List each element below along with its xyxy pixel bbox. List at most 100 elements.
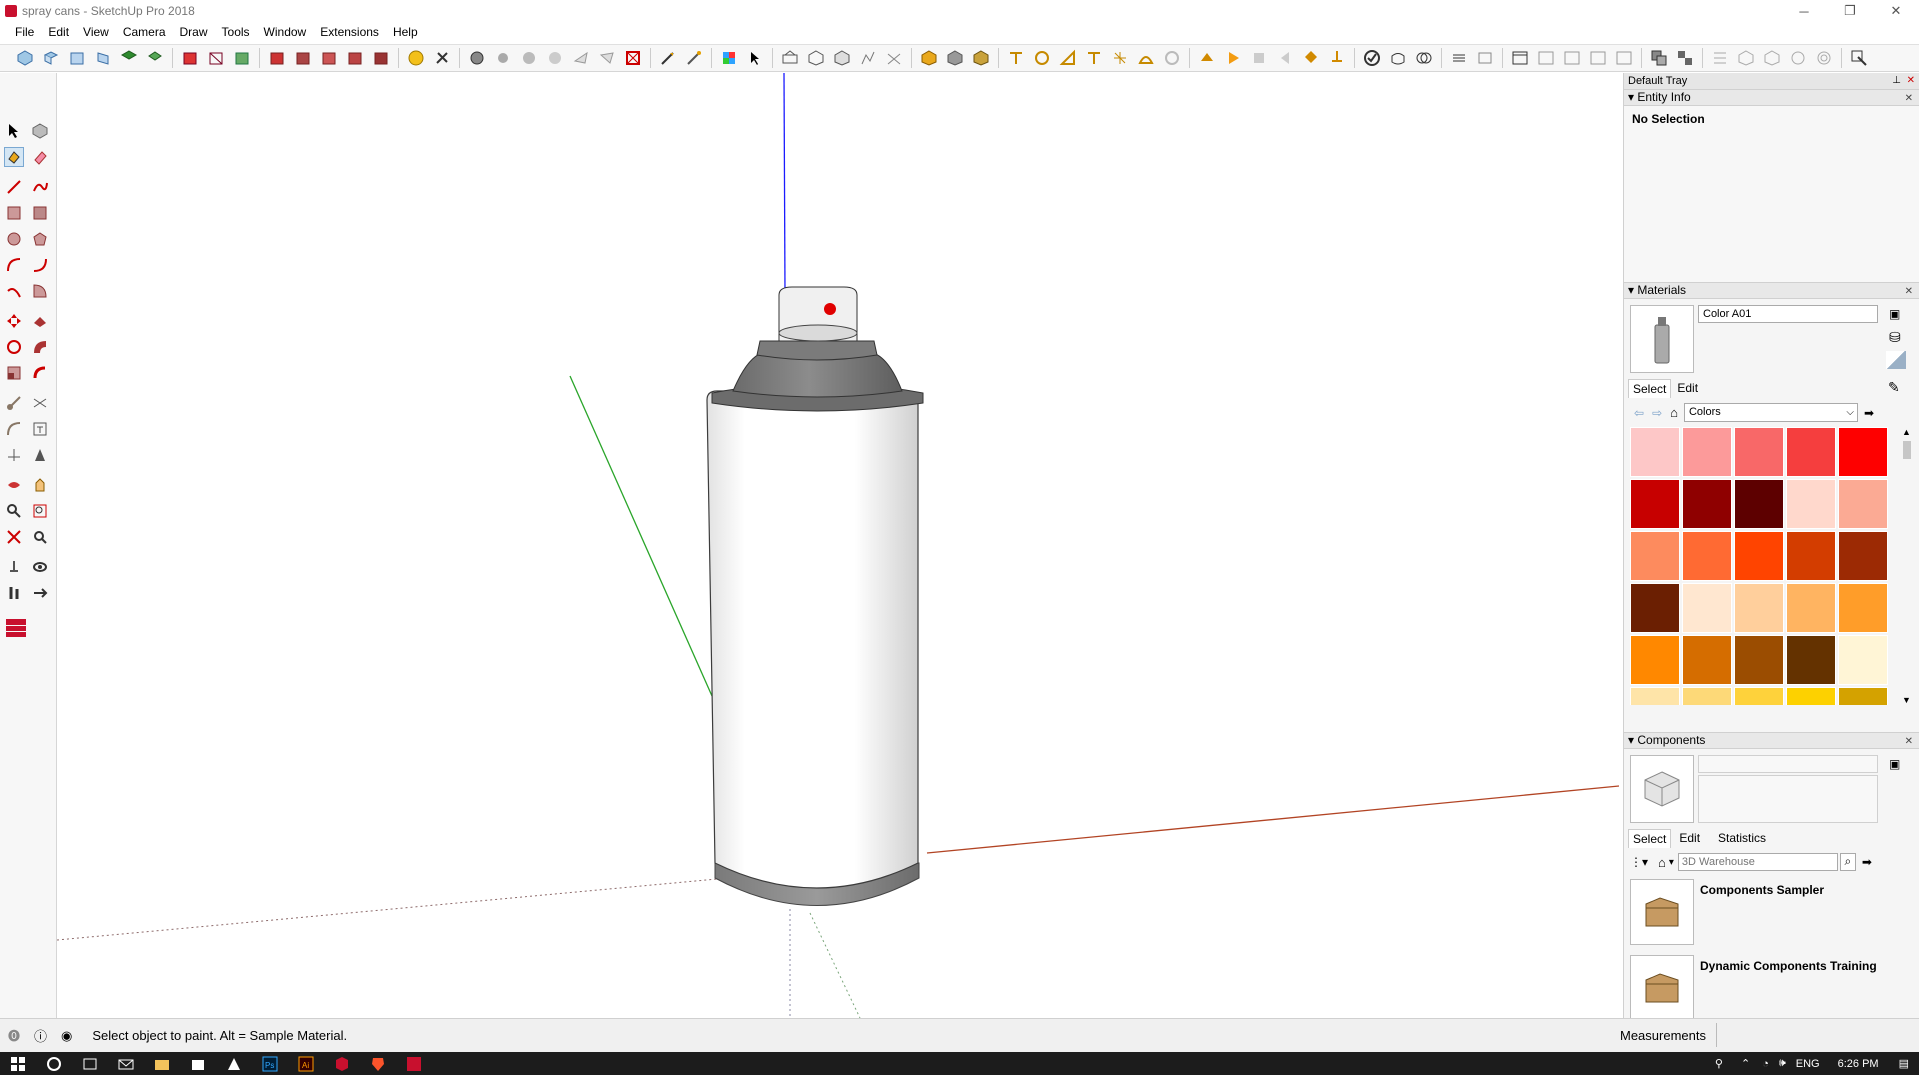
shaded-icon[interactable]	[267, 48, 287, 68]
select-arrow-icon[interactable]	[745, 48, 765, 68]
task-view-icon[interactable]	[81, 1055, 99, 1073]
drape-icon[interactable]	[884, 48, 904, 68]
look-around-icon[interactable]	[1327, 48, 1347, 68]
color-swatch[interactable]	[1734, 635, 1784, 685]
paint-bucket-tool-icon[interactable]	[4, 147, 24, 167]
tape-measure-tool-icon[interactable]	[4, 393, 24, 413]
sandbox-icon[interactable]	[858, 48, 878, 68]
ungroup-icon[interactable]	[1675, 48, 1695, 68]
chevron-up-icon[interactable]: ⌃	[1741, 1057, 1750, 1070]
color-swatch[interactable]	[1630, 635, 1680, 685]
color-swatch[interactable]	[1786, 531, 1836, 581]
component-name-field[interactable]	[1698, 755, 1878, 773]
tray-close-icon[interactable]: ✕	[1907, 73, 1915, 89]
color-swatch[interactable]	[1838, 687, 1888, 705]
move-tool-icon[interactable]	[4, 311, 24, 331]
back-arrow-icon[interactable]: ⇦	[1634, 406, 1644, 420]
protractor-tool-icon[interactable]	[4, 419, 24, 439]
rotated-rectangle-tool-icon[interactable]	[30, 203, 50, 223]
layout-icon[interactable]	[1475, 48, 1495, 68]
pan-tool-icon[interactable]	[30, 475, 50, 495]
zoom-extents-icon[interactable]	[623, 48, 643, 68]
soften-icon[interactable]	[1736, 48, 1756, 68]
clock[interactable]: 6:26 PM	[1838, 1058, 1879, 1070]
walkthrough-icon[interactable]	[1197, 48, 1217, 68]
color-swatch[interactable]	[1682, 479, 1732, 529]
section-fill-icon[interactable]	[1136, 48, 1156, 68]
text-icon[interactable]	[1084, 48, 1104, 68]
look-around-tool-icon[interactable]	[30, 557, 50, 577]
color-swatch[interactable]	[1786, 635, 1836, 685]
color-swatch[interactable]	[1734, 583, 1784, 633]
minimize-button[interactable]: ─	[1781, 0, 1827, 22]
color-swatch[interactable]	[1682, 427, 1732, 477]
measurements-input[interactable]	[1716, 1023, 1916, 1047]
scroll-thumb[interactable]	[1903, 441, 1911, 459]
rectangle-tool-icon[interactable]	[4, 203, 24, 223]
layers-icon[interactable]	[1449, 48, 1469, 68]
cortana-icon[interactable]	[45, 1055, 63, 1073]
home-icon[interactable]: ⌂	[1658, 855, 1666, 870]
eraser-tool-icon[interactable]	[30, 147, 50, 167]
menu-edit[interactable]: Edit	[41, 22, 76, 42]
window-frame4-icon[interactable]	[1588, 48, 1608, 68]
brave-icon[interactable]	[369, 1055, 387, 1073]
profiles-icon[interactable]	[371, 48, 391, 68]
tape-measure-icon[interactable]	[1058, 48, 1078, 68]
color-swatch[interactable]	[1786, 479, 1836, 529]
list-item[interactable]: Components Sampler	[1630, 879, 1912, 951]
notification-icon[interactable]: ▤	[1899, 1057, 1909, 1070]
axes-tool-icon[interactable]	[4, 445, 24, 465]
make-component-icon[interactable]	[806, 48, 826, 68]
display-secondary-icon[interactable]: ⛁	[1889, 329, 1901, 346]
color-swatch[interactable]	[1734, 427, 1784, 477]
color-swatch[interactable]	[1630, 531, 1680, 581]
zoom-window-icon[interactable]	[545, 48, 565, 68]
previous-tool-icon[interactable]	[30, 527, 50, 547]
rewind-icon[interactable]	[1275, 48, 1295, 68]
follow-me-tool-icon[interactable]	[30, 337, 50, 357]
zoom-icon[interactable]	[519, 48, 539, 68]
tab-edit[interactable]: Edit	[1671, 379, 1704, 398]
menu-file[interactable]: File	[8, 22, 41, 42]
menu-extensions[interactable]: Extensions	[313, 22, 386, 42]
make-component-tool-icon[interactable]	[30, 121, 50, 141]
circle-tool-icon[interactable]	[4, 229, 24, 249]
scale-tool-icon[interactable]	[4, 363, 24, 383]
store-icon[interactable]	[189, 1055, 207, 1073]
arc-tool-icon[interactable]	[4, 255, 24, 275]
3d-text-tool-icon[interactable]	[30, 445, 50, 465]
network-icon[interactable]: ◔	[1762, 1058, 1769, 1070]
tab-select[interactable]: Select	[1628, 829, 1672, 848]
menu-tools[interactable]: Tools	[215, 22, 257, 42]
color-swatch[interactable]	[1630, 479, 1680, 529]
geo-icon[interactable]: ⓿	[8, 1027, 20, 1044]
color-palette-icon[interactable]	[719, 48, 739, 68]
windows-start-icon[interactable]	[9, 1055, 27, 1073]
app-icon[interactable]	[225, 1055, 243, 1073]
color-swatch[interactable]	[1734, 687, 1784, 705]
tab-statistics[interactable]: Statistics	[1708, 829, 1776, 848]
freehand-icon[interactable]	[684, 48, 704, 68]
scroll-up-icon[interactable]: ▲	[1902, 427, 1911, 437]
window-frame-icon[interactable]	[1510, 48, 1530, 68]
view-options-icon[interactable]: ⋮▾	[1630, 855, 1648, 869]
left-view-icon[interactable]	[145, 48, 165, 68]
color-swatch[interactable]	[1630, 687, 1680, 705]
photoshop-icon[interactable]: Ps	[261, 1055, 279, 1073]
toggle-section-icon[interactable]	[1162, 48, 1182, 68]
iso-view-icon[interactable]	[15, 48, 35, 68]
push-pull-tool-icon[interactable]	[30, 311, 50, 331]
create-material-icon[interactable]: ▣	[1889, 307, 1900, 321]
orbit-tool-icon[interactable]	[4, 475, 24, 495]
pan-icon[interactable]	[493, 48, 513, 68]
position-camera-tool-icon[interactable]	[4, 557, 24, 577]
zoom-extents-tool-icon[interactable]	[4, 527, 24, 547]
scroll-down-icon[interactable]: ▼	[1902, 695, 1911, 705]
materials-header[interactable]: ▾ Materials ✕	[1624, 282, 1919, 299]
front-view-icon[interactable]	[67, 48, 87, 68]
components-header[interactable]: ▾ Components ✕	[1624, 732, 1919, 749]
color-swatch[interactable]	[1734, 479, 1784, 529]
group-icon[interactable]	[1649, 48, 1669, 68]
user-icon[interactable]: ◉	[61, 1028, 72, 1044]
